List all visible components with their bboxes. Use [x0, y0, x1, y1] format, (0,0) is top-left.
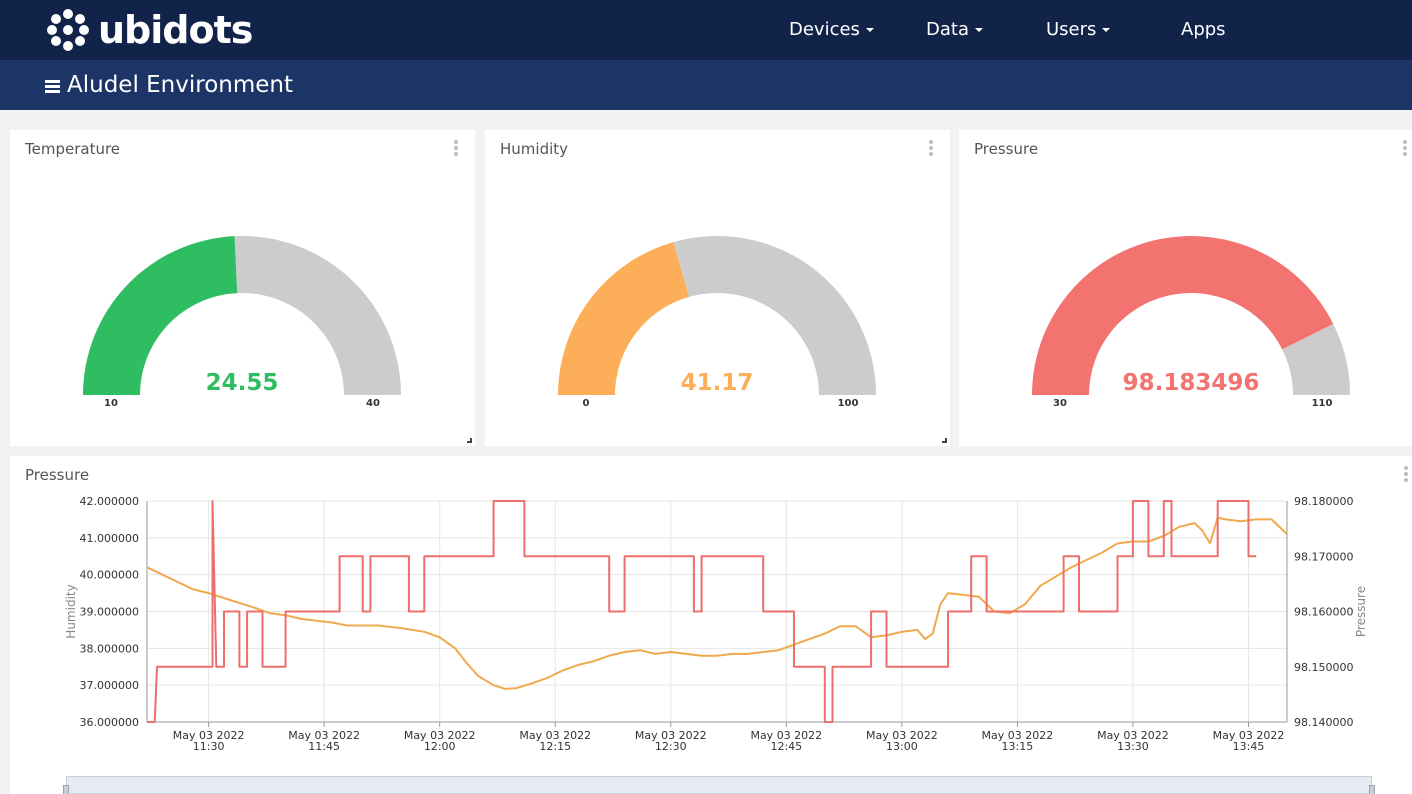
gauge-value: 41.17 [680, 370, 754, 396]
x-tick-time-label: 11:30 [193, 740, 225, 753]
scroller-left-handle[interactable] [63, 785, 69, 794]
scroller-right-handle[interactable] [1369, 785, 1375, 794]
y-left-tick-label: 42.000000 [80, 495, 140, 508]
y-right-tick-label: 98.180000 [1294, 495, 1354, 508]
x-tick-time-label: 11:45 [308, 740, 340, 753]
gauge-chart [83, 236, 401, 395]
caret-down-icon [974, 28, 983, 32]
y-left-tick-label: 40.000000 [80, 569, 140, 582]
gauge-chart [1032, 236, 1350, 395]
y-right-tick-label: 98.160000 [1294, 606, 1354, 619]
resize-handle-icon[interactable] [942, 438, 947, 443]
hamburger-menu-icon[interactable] [45, 80, 60, 93]
pressure-chart-widget: Pressure 42.000000 41.000000 40.000000 39.0… [10, 456, 1412, 794]
gauge-value: 98.183496 [1122, 370, 1260, 396]
y-right-tick-label: 98.170000 [1294, 550, 1354, 563]
series-line-humidity [146, 516, 1288, 690]
x-tick-time-label: 13:00 [886, 740, 918, 753]
brand-name: ubidots [98, 8, 253, 52]
x-tick-time-label: 13:15 [1002, 740, 1034, 753]
dashboard-title[interactable]: Aludel Environment [67, 70, 293, 100]
resize-handle-icon[interactable] [467, 438, 472, 443]
nav-devices-label: Devices [789, 19, 860, 40]
nav-data[interactable]: Data [926, 18, 983, 42]
pressure-widget: Pressure 98.183496 30 110 [959, 130, 1412, 446]
y-left-tick-label: 38.000000 [80, 642, 140, 655]
y-left-tick-label: 37.000000 [80, 679, 140, 692]
chart-range-scroller[interactable] [63, 776, 1375, 794]
x-tick-time-label: 12:15 [539, 740, 571, 753]
humidity-widget: Humidity 41.17 0 100 [485, 130, 950, 446]
temperature-widget: Temperature 24.55 10 40 [10, 130, 475, 446]
nav-apps-label: Apps [1181, 19, 1226, 40]
gauge-min-label: 10 [104, 398, 118, 409]
x-tick-time-label: 12:45 [770, 740, 802, 753]
y-right-tick-label: 98.150000 [1294, 661, 1354, 674]
gauge-max-label: 100 [837, 398, 859, 409]
nav-users[interactable]: Users [1046, 18, 1111, 42]
nav-devices[interactable]: Devices [789, 18, 874, 42]
x-tick-time-label: 12:30 [655, 740, 687, 753]
y-right-tick-label: 98.140000 [1294, 716, 1354, 729]
nav-apps[interactable]: Apps [1181, 18, 1226, 42]
y-left-tick-label: 39.000000 [80, 606, 140, 619]
series-line-pressure [147, 500, 1257, 723]
gauge-min-label: 30 [1053, 398, 1067, 409]
x-tick-time-label: 13:30 [1117, 740, 1149, 753]
gauge-max-label: 110 [1311, 398, 1333, 409]
nav-users-label: Users [1046, 19, 1097, 40]
caret-down-icon [1102, 28, 1111, 32]
y-right-axis-title: Pressure [1354, 586, 1368, 637]
y-left-tick-label: 41.000000 [80, 532, 140, 545]
y-left-tick-label: 36.000000 [80, 716, 140, 729]
caret-down-icon [865, 28, 874, 32]
x-tick-time-label: 12:00 [424, 740, 456, 753]
gauge-min-label: 0 [582, 398, 590, 409]
line-chart: 42.000000 41.000000 40.000000 39.000000 38.0… [64, 495, 1368, 753]
x-tick-time-label: 13:45 [1233, 740, 1265, 753]
gauge-chart [558, 236, 876, 395]
nav-data-label: Data [926, 19, 969, 40]
ubidots-logo[interactable]: ubidots [46, 8, 253, 52]
top-navbar: ubidots Devices Data Users Apps [0, 0, 1412, 60]
logo-dots-icon [47, 9, 89, 51]
gauge-value: 24.55 [205, 370, 279, 396]
gauge-max-label: 40 [366, 398, 380, 409]
y-left-axis-title: Humidity [64, 584, 78, 638]
